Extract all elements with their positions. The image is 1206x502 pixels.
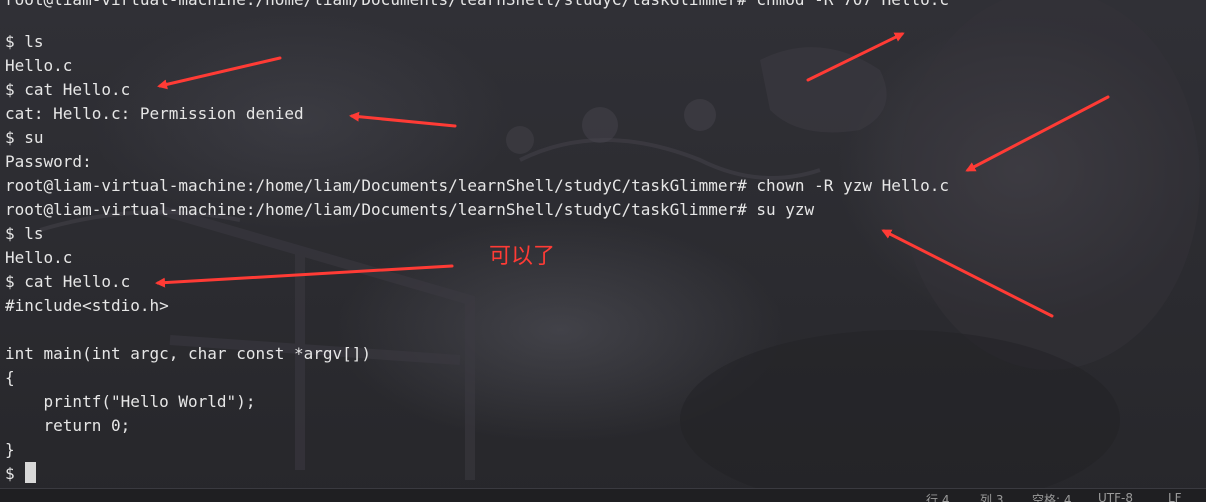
terminal-line: #include<stdio.h> (5, 296, 169, 315)
terminal-line: $ cat Hello.c (5, 272, 131, 291)
text-cursor (25, 462, 37, 483)
terminal-line: Password: (5, 152, 92, 171)
terminal-prompt-line[interactable]: $ (5, 462, 37, 486)
terminal-prompt: $ (5, 464, 25, 483)
terminal-line: Hello.c (5, 248, 73, 267)
status-line[interactable]: 行 4 (926, 491, 949, 502)
status-bar: 行 4 列 3 空格: 4 UTF-8 LF (0, 488, 1206, 502)
terminal-line: root@liam-virtual-machine:/home/liam/Doc… (5, 176, 950, 195)
terminal-line: $ cat Hello.c (5, 80, 131, 99)
terminal-line: $ ls (5, 32, 44, 51)
terminal-line: printf("Hello World"); (5, 392, 256, 411)
terminal-line: return 0; (5, 416, 131, 435)
terminal-line: root@liam-virtual-machine:/home/liam/Doc… (5, 200, 815, 219)
terminal-line: Hello.c (5, 56, 73, 75)
terminal-line: int main(int argc, char const *argv[]) (5, 344, 372, 363)
terminal-line: root@liam-virtual-machine:/home/liam/Doc… (5, 0, 949, 12)
terminal-line: cat: Hello.c: Permission denied (5, 104, 304, 123)
terminal-line: $ su (5, 128, 44, 147)
terminal-line: } (5, 440, 15, 459)
terminal-screen[interactable]: root@liam-virtual-machine:/home/liam/Doc… (0, 0, 1206, 502)
annotation-note: 可以了 (489, 244, 556, 269)
terminal-line: $ ls (5, 224, 44, 243)
background-wallpaper (39, 0, 1200, 502)
status-encoding[interactable]: UTF-8 (1098, 491, 1133, 502)
status-eol[interactable]: LF (1168, 491, 1182, 502)
status-indentation[interactable]: 空格: 4 (1032, 491, 1072, 502)
terminal-line: { (5, 368, 15, 387)
status-column[interactable]: 列 3 (980, 491, 1003, 502)
